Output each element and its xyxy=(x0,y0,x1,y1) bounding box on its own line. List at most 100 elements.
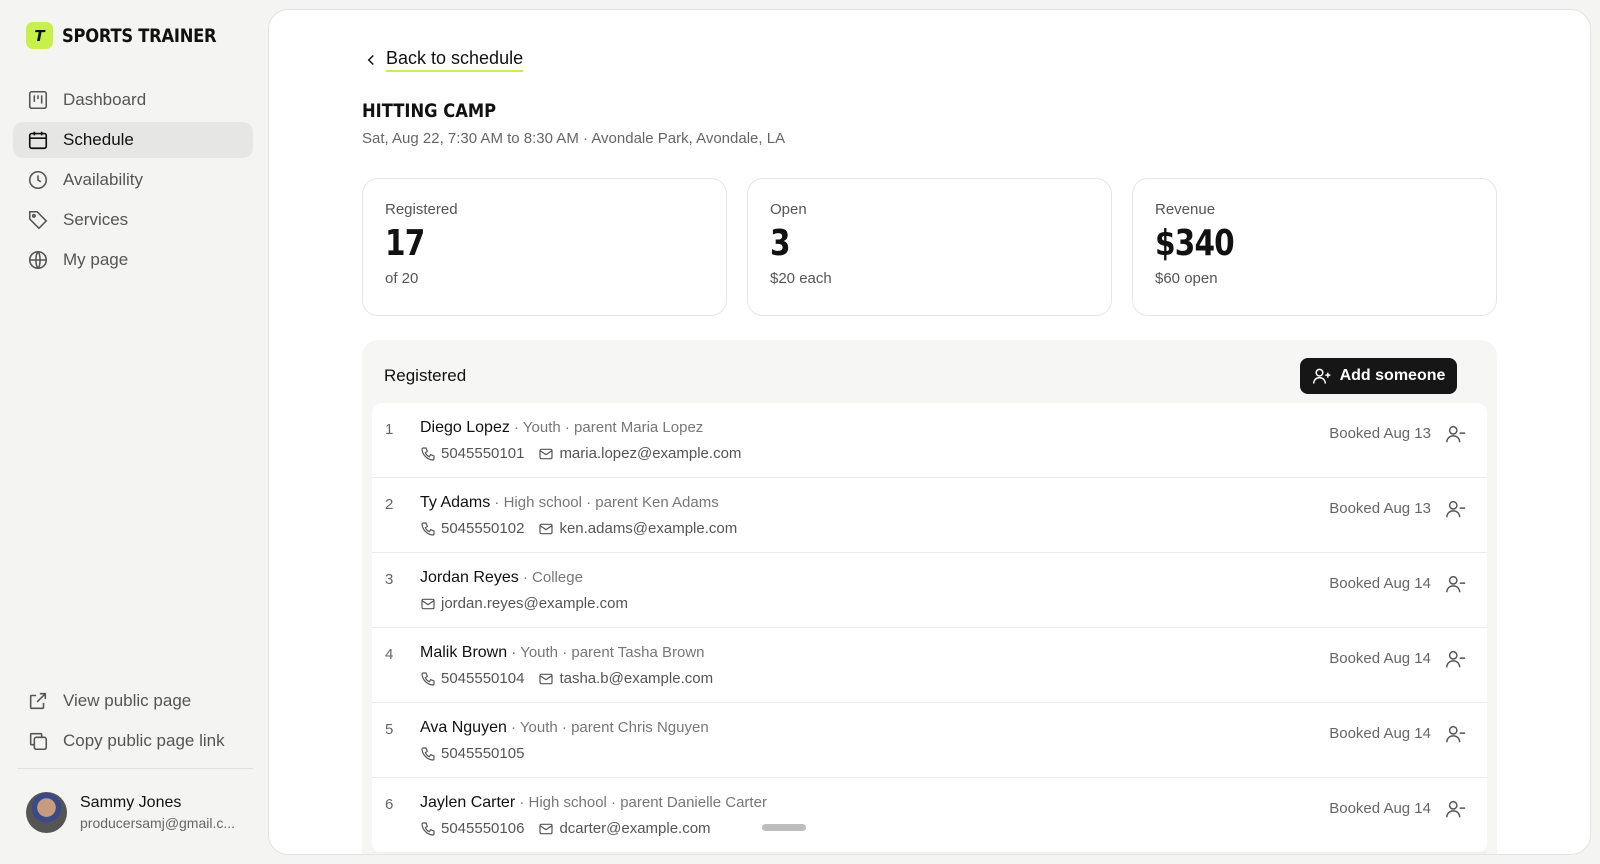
sidebar-item-label: Availability xyxy=(63,170,144,189)
sidebar-item-services[interactable]: Services xyxy=(13,202,253,238)
copy-public-link-button[interactable]: Copy public page link xyxy=(13,723,253,759)
row-title: Jaylen Carter · High school · parent Dan… xyxy=(420,794,767,812)
add-someone-button[interactable]: Add someone xyxy=(1300,358,1457,394)
stat-value: 3 xyxy=(770,223,791,264)
attendee-meta: · Youth · parent Chris Nguyen xyxy=(506,719,709,736)
user-plus-icon xyxy=(1312,368,1330,384)
tag-icon xyxy=(27,209,49,231)
avatar xyxy=(26,792,67,833)
attendee-name[interactable]: Jaylen Carter xyxy=(420,794,515,811)
stat-card-registered: Registered 17 of 20 xyxy=(362,178,727,316)
row-number: 4 xyxy=(385,646,394,663)
row-title: Malik Brown · Youth · parent Tasha Brown xyxy=(420,644,705,662)
attendee-meta: · College xyxy=(518,569,583,586)
sidebar-bottom-links: View public page Copy public page link xyxy=(13,683,253,763)
phone-icon xyxy=(421,446,435,461)
remove-attendee-button[interactable] xyxy=(1445,723,1467,745)
phone-contact[interactable]: 5045550105 xyxy=(420,745,524,762)
attendee-name[interactable]: Jordan Reyes xyxy=(420,569,519,586)
phone-contact[interactable]: 5045550101 xyxy=(420,445,524,462)
user-minus-icon xyxy=(1446,575,1466,593)
row-contacts: jordan.reyes@example.com xyxy=(420,595,642,612)
booked-date: Booked Aug 14 xyxy=(1329,725,1431,742)
globe-icon xyxy=(27,249,49,271)
stat-sub: $60 open xyxy=(1155,270,1218,287)
row-number: 2 xyxy=(385,496,394,513)
phone-contact[interactable]: 5045550104 xyxy=(420,670,524,687)
row-number: 6 xyxy=(385,796,394,813)
sidebar-item-my-page[interactable]: My page xyxy=(13,242,253,278)
email-contact[interactable]: dcarter@example.com xyxy=(538,820,711,837)
stat-sub: $20 each xyxy=(770,270,832,287)
stat-sub: of 20 xyxy=(385,270,419,287)
sidebar-item-schedule[interactable]: Schedule xyxy=(13,122,253,158)
list-item[interactable]: 6 Jaylen Carter · High school · parent D… xyxy=(372,778,1487,853)
add-someone-label: Add someone xyxy=(1339,367,1446,384)
sidebar-item-dashboard[interactable]: Dashboard xyxy=(13,82,253,118)
email-contact[interactable]: tasha.b@example.com xyxy=(538,670,713,687)
attendee-meta: · High school · parent Danielle Carter xyxy=(515,794,767,811)
list-item[interactable]: 1 Diego Lopez · Youth · parent Maria Lop… xyxy=(372,403,1487,478)
email-address: ken.adams@example.com xyxy=(559,520,738,537)
list-item[interactable]: 4 Malik Brown · Youth · parent Tasha Bro… xyxy=(372,628,1487,703)
row-contacts: 5045550101 maria.lopez@example.com xyxy=(420,445,755,462)
email-address: dcarter@example.com xyxy=(559,820,711,837)
booked-date: Booked Aug 14 xyxy=(1329,575,1431,592)
email-address: maria.lopez@example.com xyxy=(559,445,742,462)
row-contacts: 5045550104 tasha.b@example.com xyxy=(420,670,727,687)
phone-icon xyxy=(421,671,435,686)
row-number: 5 xyxy=(385,721,394,738)
email-contact[interactable]: ken.adams@example.com xyxy=(538,520,737,537)
phone-number: 5045550105 xyxy=(441,745,525,762)
stat-label: Revenue xyxy=(1155,201,1216,218)
attendee-name[interactable]: Ava Nguyen xyxy=(420,719,507,736)
stat-card-revenue: Revenue $340 $60 open xyxy=(1132,178,1497,316)
main-panel: Back to schedule HITTING CAMP Sat, Aug 2… xyxy=(268,9,1591,855)
sidebar-item-availability[interactable]: Availability xyxy=(13,162,253,198)
list-item[interactable]: 3 Jordan Reyes · College jordan.reyes@ex… xyxy=(372,553,1487,628)
brand[interactable]: T SPORTS TRAINER xyxy=(26,22,241,49)
phone-contact[interactable]: 5045550102 xyxy=(420,520,524,537)
row-title: Ty Adams · High school · parent Ken Adam… xyxy=(420,494,719,512)
sidebar-item-label: Dashboard xyxy=(63,90,147,109)
registered-section: Registered Add someone 1 Diego Lopez · Y… xyxy=(362,340,1497,854)
user-minus-icon xyxy=(1446,725,1466,743)
booked-date: Booked Aug 14 xyxy=(1329,650,1431,667)
user-profile[interactable]: Sammy Jones producersamj@gmail.c... xyxy=(26,792,235,833)
clock-icon xyxy=(27,169,49,191)
phone-icon xyxy=(421,521,435,536)
stat-value: 17 xyxy=(385,223,425,264)
sidebar-item-label: My page xyxy=(63,250,129,269)
view-public-page-link[interactable]: View public page xyxy=(13,683,253,719)
registered-heading: Registered xyxy=(384,366,467,385)
stats-row: Registered 17 of 20 Open 3 $20 each Reve… xyxy=(362,178,1517,316)
user-info: Sammy Jones producersamj@gmail.c... xyxy=(80,794,235,831)
remove-attendee-button[interactable] xyxy=(1445,573,1467,595)
attendee-name[interactable]: Diego Lopez xyxy=(420,419,510,436)
user-minus-icon xyxy=(1446,500,1466,518)
list-item[interactable]: 5 Ava Nguyen · Youth · parent Chris Nguy… xyxy=(372,703,1487,778)
row-contacts: 5045550105 xyxy=(420,745,538,762)
phone-number: 5045550102 xyxy=(441,520,525,537)
booked-date: Booked Aug 13 xyxy=(1329,425,1431,442)
mail-icon xyxy=(539,523,554,534)
sidebar-nav: Dashboard Schedule Availability Services… xyxy=(13,82,253,282)
remove-attendee-button[interactable] xyxy=(1445,423,1467,445)
row-number: 3 xyxy=(385,571,394,588)
email-contact[interactable]: jordan.reyes@example.com xyxy=(420,595,628,612)
remove-attendee-button[interactable] xyxy=(1445,498,1467,520)
row-number: 1 xyxy=(385,421,394,438)
attendee-name[interactable]: Ty Adams xyxy=(420,494,490,511)
attendee-name[interactable]: Malik Brown xyxy=(420,644,507,661)
phone-icon xyxy=(421,746,435,761)
back-to-schedule-link[interactable]: Back to schedule xyxy=(362,48,524,72)
remove-attendee-button[interactable] xyxy=(1445,648,1467,670)
user-email: producersamj@gmail.c... xyxy=(80,815,236,831)
remove-attendee-button[interactable] xyxy=(1445,798,1467,820)
list-item[interactable]: 2 Ty Adams · High school · parent Ken Ad… xyxy=(372,478,1487,553)
email-contact[interactable]: maria.lopez@example.com xyxy=(538,445,741,462)
attendee-meta: · Youth · parent Tasha Brown xyxy=(507,644,705,661)
phone-contact[interactable]: 5045550106 xyxy=(420,820,524,837)
scroll-handle[interactable] xyxy=(762,824,806,831)
registered-list: 1 Diego Lopez · Youth · parent Maria Lop… xyxy=(372,403,1487,853)
